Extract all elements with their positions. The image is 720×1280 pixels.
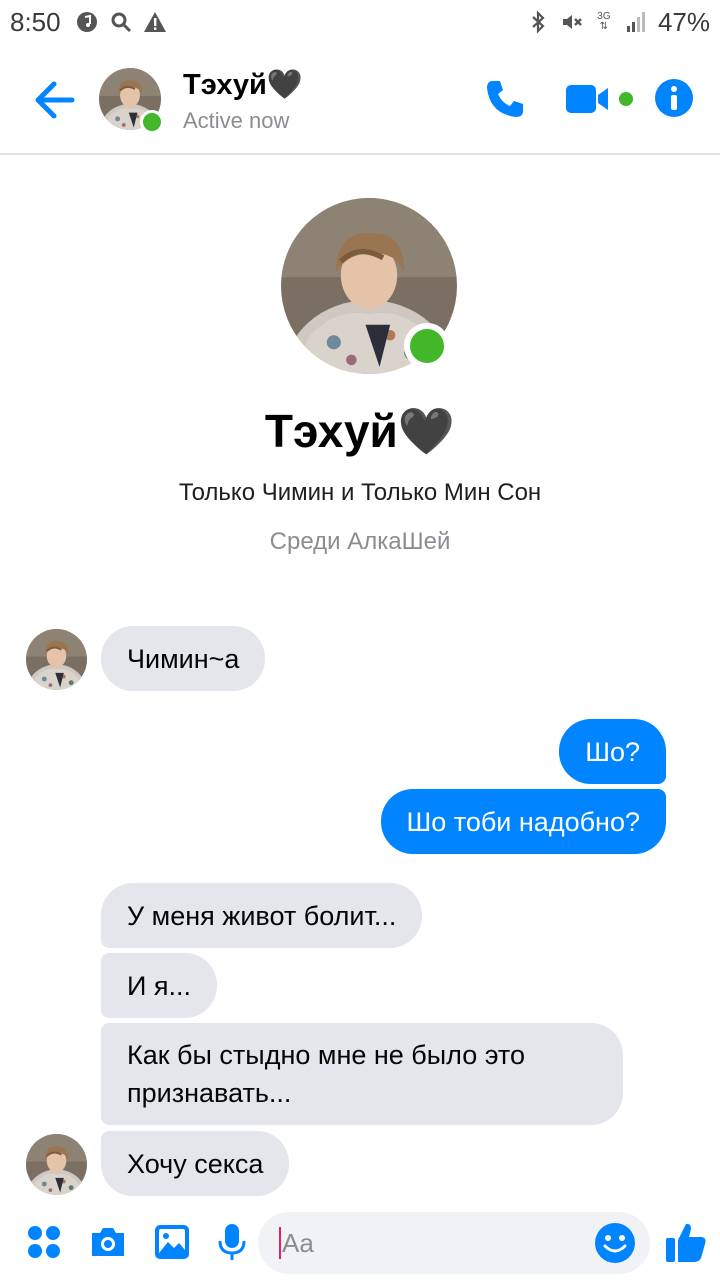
camera-icon [92,1228,124,1256]
search-icon [109,10,133,34]
profile-name: Тэхуй🖤 [264,405,456,457]
gallery-button[interactable] [152,1222,192,1262]
signal-icon [624,10,648,34]
profile-online-indicator [404,323,450,369]
image-icon [155,1225,189,1259]
message-input[interactable]: Aa [258,1212,650,1274]
profile-group: Среди АлкаШей [269,528,451,555]
message-bubble-incoming[interactable]: И я... [101,953,218,1018]
avatar-image [26,629,87,690]
camera-button[interactable] [88,1222,128,1262]
message-bubble-incoming[interactable]: Хочу секса [101,1131,290,1196]
message-placeholder: Aa [282,1228,314,1258]
active-status: Active now [183,108,290,133]
online-indicator [140,110,164,134]
status-left: 8:50 [10,7,167,38]
status-time: 8:50 [10,6,61,37]
message-bubble-outgoing[interactable]: Шо тоби надобно? [380,789,666,854]
sender-avatar[interactable] [26,1134,87,1195]
status-bar: 8:50 3G ⇅ 47% [0,0,720,44]
message-bubble-incoming[interactable]: У меня живот болит... [101,883,423,948]
text-caret [279,1227,281,1259]
status-right: 3G ⇅ 47% [526,7,710,38]
network-3g-icon: 3G ⇅ [594,10,614,34]
sender-avatar[interactable] [26,629,87,690]
more-actions-button[interactable] [24,1222,64,1262]
video-camera-icon [566,85,633,113]
bluetooth-icon [526,10,550,34]
contact-name[interactable]: Тэхуй🖤 [183,68,303,102]
back-button[interactable] [32,80,76,120]
battery-level: 47% [657,6,710,37]
message-composer: Aa [0,1206,720,1280]
voice-call-button[interactable] [484,78,526,120]
avatar-image [26,1134,87,1195]
microphone-icon [218,1224,246,1260]
message-bubble-incoming[interactable]: Чимин~а [101,626,266,691]
thumbs-up-icon [666,1223,706,1262]
phone-icon [487,81,523,117]
four-dots-icon [28,1226,60,1258]
music-icon [75,10,99,34]
emoji-button[interactable] [594,1222,636,1264]
chat-header: Тэхуй🖤 Active now [0,44,720,155]
back-arrow-icon [35,81,75,119]
profile-subtitle: Только Чимин и Только Мин Сон [178,479,542,506]
smiley-icon [595,1223,635,1263]
like-button[interactable] [664,1220,708,1264]
message-bubble-outgoing[interactable]: Шо? [559,719,666,784]
mute-icon [560,10,584,34]
video-call-button[interactable] [566,82,636,116]
info-button[interactable] [654,78,694,118]
info-icon [655,79,693,117]
data-arrows: ⇅ [599,21,609,32]
warning-icon [143,10,167,34]
voice-message-button[interactable] [212,1222,252,1262]
message-bubble-incoming[interactable]: Как бы стыдно мне не было это признавать… [101,1023,623,1125]
